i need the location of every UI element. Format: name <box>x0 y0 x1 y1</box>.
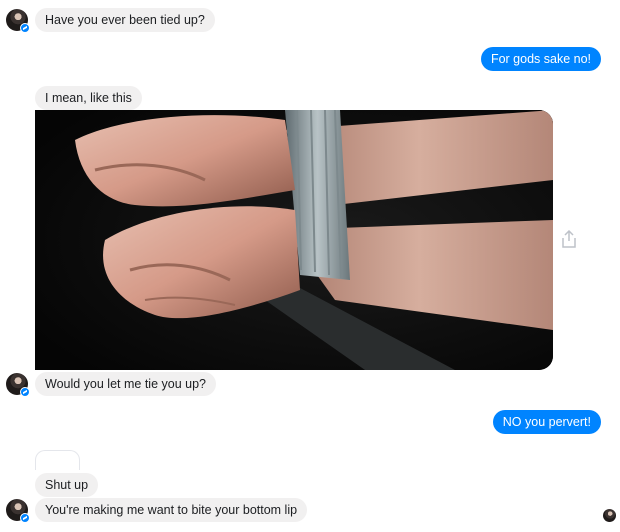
message-bubble-incoming[interactable]: You're making me want to bite your botto… <box>35 498 308 522</box>
contact-avatar-icon[interactable] <box>6 499 30 523</box>
message-bubble-incoming[interactable]: Would you let me tie you up? <box>35 372 216 396</box>
seen-avatar-icon <box>603 509 616 522</box>
message-image[interactable] <box>35 110 553 370</box>
messenger-badge-icon <box>20 23 30 33</box>
message-bubble-incoming[interactable]: Shut up <box>35 473 99 497</box>
message-bubble-outgoing[interactable]: NO you pervert! <box>492 410 601 434</box>
message-bubble-outgoing[interactable]: For gods sake no! <box>480 47 601 71</box>
photo-of-bound-wrists-icon <box>35 110 553 370</box>
message-bubble-incoming[interactable]: Have you ever been tied up? <box>35 8 215 32</box>
messenger-badge-icon <box>20 387 30 397</box>
messenger-badge-icon <box>20 513 30 523</box>
contact-avatar-icon[interactable] <box>6 373 30 397</box>
empty-bubble <box>35 450 80 470</box>
message-bubble-incoming[interactable]: I mean, like this <box>35 86 142 110</box>
share-icon[interactable] <box>561 229 577 248</box>
contact-avatar-icon[interactable] <box>6 9 30 33</box>
